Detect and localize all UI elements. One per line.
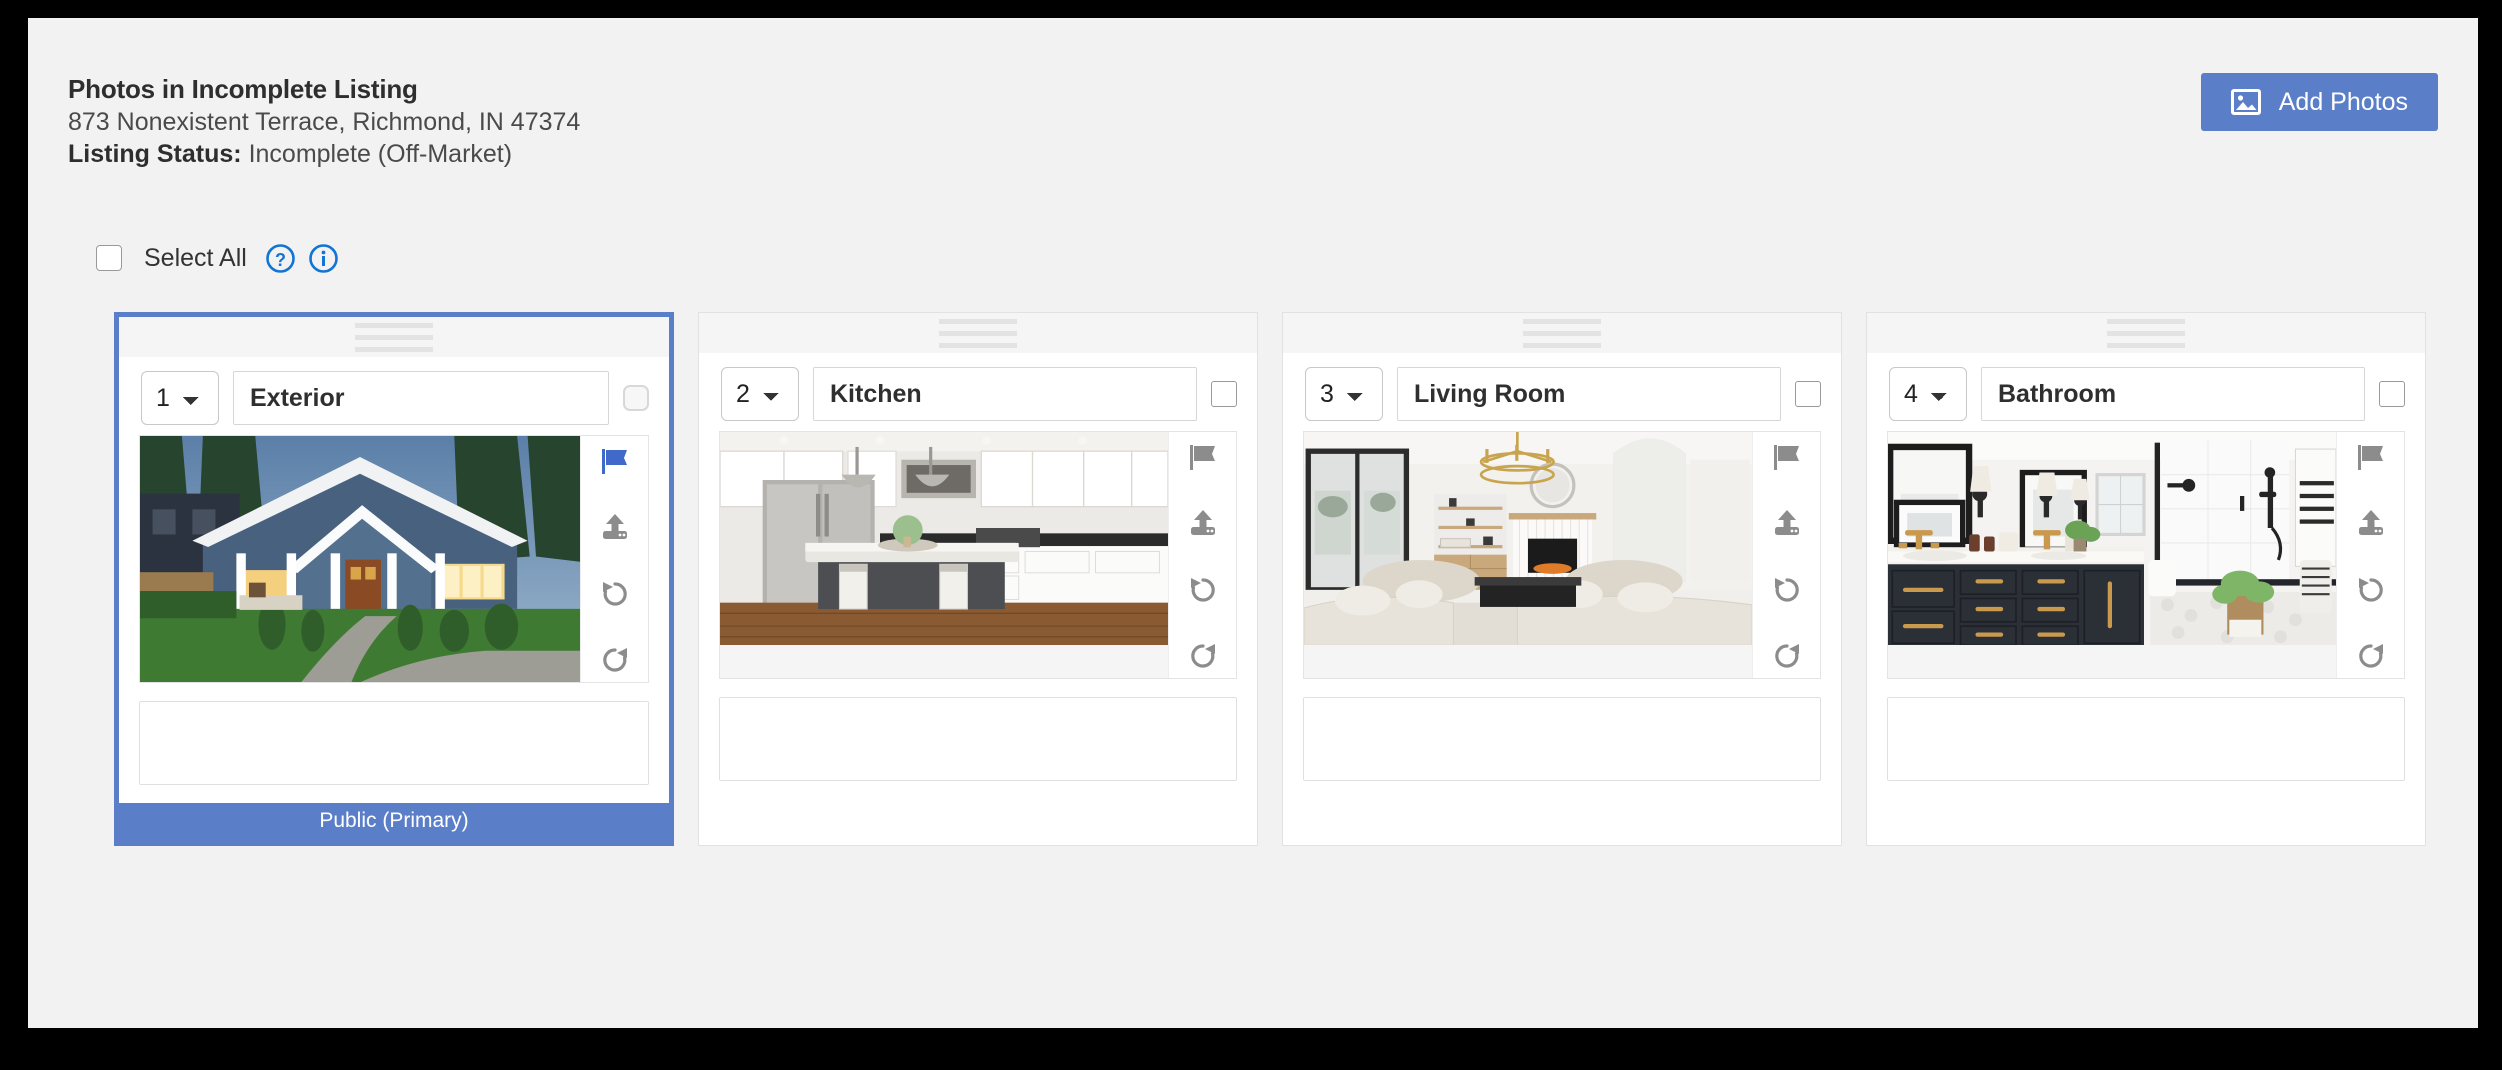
photo-caption-input[interactable]	[1887, 697, 2405, 781]
flag-icon[interactable]	[1767, 442, 1807, 472]
photo-visibility-badge: Public (Primary)	[119, 803, 669, 841]
photo-thumbnail[interactable]	[1304, 432, 1752, 678]
photo-select-checkbox[interactable]	[1211, 381, 1237, 407]
photo-thumbnail[interactable]	[140, 436, 580, 682]
upload-icon[interactable]	[2351, 508, 2391, 538]
photo-card-controls: 2	[699, 353, 1257, 431]
rotate-right-icon[interactable]	[1183, 640, 1223, 670]
photo-order-select[interactable]: 4	[1889, 367, 1967, 421]
photo-tools	[2336, 432, 2404, 734]
photo-order-select[interactable]: 1	[141, 371, 219, 425]
drag-handle[interactable]	[699, 313, 1257, 353]
upload-icon[interactable]	[1767, 508, 1807, 538]
listing-status-label: Listing Status:	[68, 140, 242, 169]
question-circle-icon[interactable]: ?	[265, 243, 296, 274]
add-photos-button[interactable]: Add Photos	[2200, 73, 2438, 131]
page-title: Photos in Incomplete Listing	[68, 74, 418, 104]
photo-card[interactable]: 2	[698, 312, 1258, 846]
image-icon	[2230, 89, 2261, 115]
photo-order-select[interactable]: 2	[721, 367, 799, 421]
photo-panel	[1887, 431, 2405, 734]
photo-order-select[interactable]: 3	[1305, 367, 1383, 421]
photo-card[interactable]: 4	[1866, 312, 2426, 846]
photo-caption-input[interactable]	[139, 701, 649, 785]
photo-card-footer	[1283, 799, 1841, 833]
photo-tools	[580, 436, 648, 738]
drag-handle[interactable]	[1283, 313, 1841, 353]
photo-thumbnail[interactable]	[720, 432, 1168, 678]
photo-label-input[interactable]	[813, 367, 1197, 421]
photo-panel	[719, 431, 1237, 734]
photo-card-controls: 1	[119, 357, 669, 435]
photo-card-list: 1 Exterior Public (Primary) 2 Kitchen 3 …	[114, 312, 2426, 846]
photo-label-input[interactable]	[233, 371, 609, 425]
select-all-label: Select All	[144, 244, 247, 272]
rotate-left-icon[interactable]	[2351, 574, 2391, 604]
rotate-left-icon[interactable]	[1183, 574, 1223, 604]
select-all-checkbox[interactable]	[96, 244, 122, 271]
svg-text:?: ?	[275, 250, 286, 270]
upload-icon[interactable]	[595, 512, 635, 542]
photo-card-controls: 4	[1867, 353, 2425, 431]
photo-card[interactable]: 1 Exterior Public (Primary)	[114, 312, 674, 846]
photo-select-checkbox[interactable]	[2379, 381, 2405, 407]
rotate-left-icon[interactable]	[1767, 574, 1807, 604]
add-photos-label: Add Photos	[2278, 87, 2408, 116]
photo-card[interactable]: 3	[1282, 312, 1842, 846]
flag-icon[interactable]	[2351, 442, 2391, 472]
kitchen-photo	[720, 432, 1168, 646]
photo-card-controls: 3	[1283, 353, 1841, 431]
rotate-left-icon[interactable]	[595, 578, 635, 608]
photo-thumbnail[interactable]	[1888, 432, 2336, 678]
photo-label-input[interactable]	[1981, 367, 2365, 421]
photo-panel	[139, 435, 649, 738]
rotate-right-icon[interactable]	[1767, 640, 1807, 670]
bathroom-photo	[1888, 432, 2336, 646]
photo-panel	[1303, 431, 1821, 734]
photo-label-input[interactable]	[1397, 367, 1781, 421]
listing-address: 873 Nonexistent Terrace, Richmond, IN 47…	[68, 108, 581, 137]
photo-tools	[1752, 432, 1820, 734]
photo-card-footer	[1867, 799, 2425, 833]
flag-icon[interactable]	[595, 446, 635, 476]
photo-caption-input[interactable]	[719, 697, 1237, 781]
info-circle-icon[interactable]	[308, 243, 339, 274]
listing-status-value: Incomplete (Off-Market)	[248, 140, 513, 169]
living-room-photo	[1304, 432, 1752, 646]
photo-caption-input[interactable]	[1303, 697, 1821, 781]
exterior-house-photo	[140, 436, 580, 682]
drag-handle[interactable]	[119, 317, 669, 357]
photo-select-checkbox[interactable]	[1795, 381, 1821, 407]
drag-handle[interactable]	[1867, 313, 2425, 353]
select-all-row: Select All ?	[96, 243, 351, 274]
rotate-right-icon[interactable]	[595, 644, 635, 674]
listing-info: Photos in Incomplete Listing 873 Nonexis…	[68, 73, 580, 170]
page-header: Photos in Incomplete Listing 873 Nonexis…	[68, 73, 2438, 170]
photo-select-checkbox[interactable]	[623, 385, 649, 411]
photos-page: Photos in Incomplete Listing 873 Nonexis…	[28, 18, 2478, 1028]
rotate-right-icon[interactable]	[2351, 640, 2391, 670]
flag-icon[interactable]	[1183, 442, 1223, 472]
photo-card-footer	[699, 799, 1257, 833]
listing-status: Listing Status: Incomplete (Off-Market)	[68, 138, 580, 170]
photo-tools	[1168, 432, 1236, 734]
upload-icon[interactable]	[1183, 508, 1223, 538]
